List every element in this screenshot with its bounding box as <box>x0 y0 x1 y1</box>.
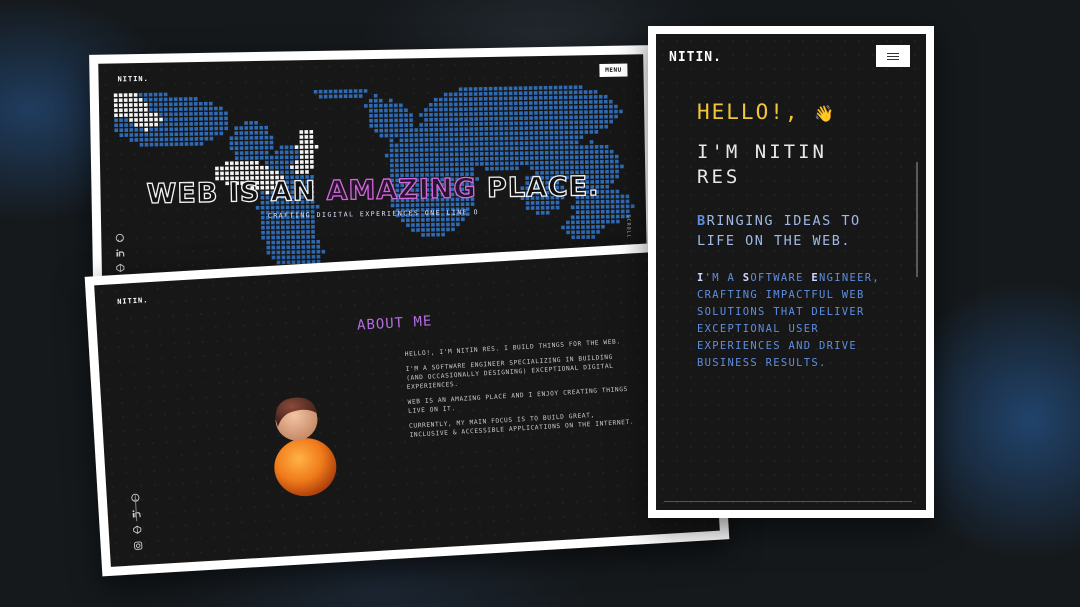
hero-social-links <box>115 233 125 273</box>
bio-text: NGINEER, CRAFTING IMPACTFUL WEB SOLUTION… <box>697 272 880 369</box>
scroll-indicator: SCROLL <box>624 214 632 239</box>
headline-amazing: AMAZING <box>326 173 478 208</box>
instagram-icon[interactable] <box>133 541 143 551</box>
site-logo[interactable]: NITIN. <box>117 75 148 84</box>
bio-text: OFTWARE <box>750 272 812 284</box>
about-page: NITIN. ABOUT ME HELLO!, I'M NITIN RES. I… <box>94 249 720 567</box>
dotted-world-map <box>113 85 635 270</box>
about-social-links <box>131 493 143 550</box>
hamburger-line <box>887 58 899 60</box>
intro-name-line2: RES <box>697 166 741 188</box>
bio-initial: I <box>697 272 705 284</box>
intro-name-line1: I'M NITIN <box>697 141 827 163</box>
tagline: BRINGING IDEAS TO LIFE ON THE WEB. <box>697 211 897 251</box>
bio: I'M A SOFTWARE ENGINEER, CRAFTING IMPACT… <box>697 270 897 372</box>
hero-screenshot-card: NITIN. MENU WEB IS AN AMAZING PLACE. CRA… <box>89 45 656 277</box>
tagline-initial: B <box>697 213 707 229</box>
hero-page: NITIN. MENU WEB IS AN AMAZING PLACE. CRA… <box>98 54 647 277</box>
avatar-3d-figure <box>274 397 337 497</box>
mobile-screenshot-card: NITIN. HELLO!, 👋 I'M NITIN RES BRINGING … <box>648 26 934 518</box>
greeting: HELLO!, 👋 <box>697 100 836 124</box>
bio-text: 'M A <box>704 272 743 284</box>
codepen-icon[interactable] <box>132 525 142 535</box>
headline-text-2: PLACE. <box>476 170 600 205</box>
site-logo[interactable]: NITIN. <box>669 50 722 65</box>
menu-button[interactable]: MENU <box>599 63 628 78</box>
headline-text-1: WEB IS AN <box>146 175 327 210</box>
hamburger-line <box>887 52 899 54</box>
hamburger-menu-button[interactable] <box>876 45 910 67</box>
github-icon[interactable] <box>115 233 124 242</box>
mobile-page: NITIN. HELLO!, 👋 I'M NITIN RES BRINGING … <box>656 34 926 510</box>
hamburger-line <box>887 55 899 57</box>
site-logo[interactable]: NITIN. <box>117 296 149 306</box>
greeting-text: HELLO!, <box>697 100 800 124</box>
tagline-text: RINGING IDEAS TO LIFE ON THE WEB. <box>697 213 861 249</box>
intro-name: I'M NITIN RES <box>697 140 897 190</box>
bottom-divider <box>664 501 912 502</box>
bio-initial: E <box>811 272 819 284</box>
codepen-icon[interactable] <box>116 263 125 273</box>
about-description: HELLO!, I'M NITIN RES. I BUILD THINGS FO… <box>405 338 635 447</box>
waving-hand-icon: 👋 <box>814 104 837 123</box>
about-title: ABOUT ME <box>356 313 433 334</box>
linkedin-icon[interactable] <box>115 248 125 257</box>
scrollbar[interactable] <box>916 162 918 277</box>
about-screenshot-card: NITIN. ABOUT ME HELLO!, I'M NITIN RES. I… <box>84 239 730 577</box>
